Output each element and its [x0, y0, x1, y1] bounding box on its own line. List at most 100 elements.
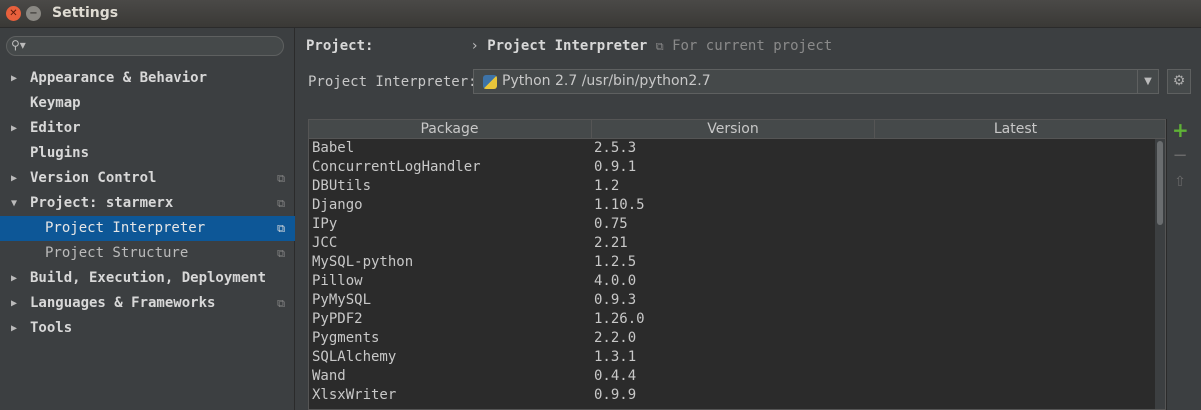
sidebar-item[interactable]: ▶ Editor — [0, 116, 295, 141]
settings-tree: ▶ Appearance & Behavior Keymap ▶ Editor Plugi… — [0, 66, 295, 341]
cell-version: 1.2 — [594, 178, 620, 194]
minimize-icon[interactable]: − — [26, 6, 41, 21]
sidebar-item[interactable]: Plugins — [0, 141, 295, 166]
sidebar-item-label: Version Control — [30, 170, 157, 186]
project-icon: ⧉ — [277, 297, 285, 310]
cell-version: 0.9.1 — [594, 159, 637, 175]
cell-package: PyMySQL — [312, 292, 372, 308]
cell-version: 0.4.4 — [594, 368, 637, 384]
sidebar-item[interactable]: Keymap — [0, 91, 295, 116]
breadcrumb-separator: › — [470, 38, 479, 54]
sidebar-item-label: Keymap — [30, 95, 81, 111]
table-row[interactable]: DBUtils 1.2 — [309, 177, 1155, 196]
search-icon: ⚲▾ — [11, 38, 26, 52]
cell-version: 2.5.3 — [594, 140, 637, 156]
table-row[interactable]: Pillow 4.0.0 — [309, 272, 1155, 291]
table-row[interactable]: Wand 0.4.4 — [309, 367, 1155, 386]
python-icon — [483, 75, 497, 89]
cell-version: 1.2.5 — [594, 254, 637, 270]
gear-icon[interactable]: ⚙ — [1167, 69, 1191, 94]
sidebar-item[interactable]: ▼ Project: starmerx ⧉ — [0, 191, 295, 216]
chevron-right-icon[interactable]: ▶ — [11, 291, 17, 316]
vertical-scrollbar[interactable] — [1155, 139, 1165, 409]
scrollbar-thumb[interactable] — [1157, 141, 1163, 225]
cell-package: SQLAlchemy — [312, 349, 397, 365]
table-row[interactable]: Django 1.10.5 — [309, 196, 1155, 215]
search-input[interactable]: ⚲▾ — [6, 36, 284, 56]
package-table: Package Version Latest Babel 2.5.3 Concurr… — [308, 119, 1166, 410]
table-row[interactable]: ConcurrentLogHandler 0.9.1 — [309, 158, 1155, 177]
cell-version: 0.75 — [594, 216, 628, 232]
table-row[interactable]: XlsxWriter 0.9.9 — [309, 386, 1155, 405]
sidebar-item[interactable]: ▶ Build, Execution, Deployment — [0, 266, 295, 291]
project-icon: ⧉ — [277, 172, 285, 185]
cell-package: Pygments — [312, 330, 380, 346]
upgrade-package-button[interactable]: ⇧ — [1172, 172, 1188, 192]
sidebar-item[interactable]: Project Structure ⧉ — [0, 241, 295, 266]
package-rows: Babel 2.5.3 ConcurrentLogHandler 0.9.1 DBUti… — [309, 139, 1155, 405]
cell-version: 1.10.5 — [594, 197, 645, 213]
cell-package: MySQL-python — [312, 254, 414, 270]
chevron-down-icon[interactable]: ▼ — [1137, 70, 1158, 93]
sidebar-item-label: Languages & Frameworks — [30, 295, 216, 311]
chevron-down-icon[interactable]: ▼ — [11, 191, 17, 216]
chevron-right-icon[interactable]: ▶ — [11, 116, 17, 141]
window-title: Settings — [52, 5, 119, 21]
sidebar-item[interactable]: ▶ Appearance & Behavior — [0, 66, 295, 91]
close-icon[interactable]: ✕ — [6, 6, 21, 21]
title-bar: ✕ − Settings — [0, 0, 1201, 28]
breadcrumb: Project: › Project Interpreter ⧉ For cur… — [306, 38, 832, 58]
cell-package: IPy — [312, 216, 338, 232]
column-header-latest[interactable]: Latest — [874, 120, 1156, 138]
chevron-right-icon[interactable]: ▶ — [11, 316, 17, 341]
table-row[interactable]: PyPDF2 1.26.0 — [309, 310, 1155, 329]
cell-version: 2.21 — [594, 235, 628, 251]
sidebar-item-label: Build, Execution, Deployment — [30, 270, 267, 286]
cell-package: Babel — [312, 140, 355, 156]
table-row[interactable]: MySQL-python 1.2.5 — [309, 253, 1155, 272]
chevron-right-icon[interactable]: ▶ — [11, 66, 17, 91]
table-row[interactable]: Babel 2.5.3 — [309, 139, 1155, 158]
sidebar-item[interactable]: ▶ Version Control ⧉ — [0, 166, 295, 191]
column-header-version[interactable]: Version — [591, 120, 874, 138]
cell-version: 0.9.9 — [594, 387, 637, 403]
project-icon: ⧉ — [277, 222, 285, 235]
main-panel: Project: › Project Interpreter ⧉ For cur… — [296, 28, 1201, 410]
chevron-right-icon[interactable]: ▶ — [11, 166, 17, 191]
interpreter-label: Project Interpreter: — [308, 74, 477, 90]
settings-sidebar: ⚲▾ ▶ Appearance & Behavior Keymap ▶ Editor Pl… — [0, 28, 295, 410]
table-row[interactable]: Pygments 2.2.0 — [309, 329, 1155, 348]
sidebar-item-label: Editor — [30, 120, 81, 136]
table-row[interactable]: JCC 2.21 — [309, 234, 1155, 253]
interpreter-select[interactable]: Python 2.7 /usr/bin/python2.7 ▼ — [473, 69, 1159, 94]
cell-version: 4.0.0 — [594, 273, 637, 289]
table-row[interactable]: PyMySQL 0.9.3 — [309, 291, 1155, 310]
table-row[interactable]: SQLAlchemy 1.3.1 — [309, 348, 1155, 367]
project-icon: ⧉ — [277, 247, 285, 260]
column-header-package[interactable]: Package — [309, 120, 590, 138]
sidebar-item-label: Project: starmerx — [30, 195, 174, 211]
cell-package: DBUtils — [312, 178, 372, 194]
sidebar-item[interactable]: Project Interpreter ⧉ — [0, 216, 295, 241]
cell-package: Wand — [312, 368, 346, 384]
cell-version: 1.26.0 — [594, 311, 645, 327]
sidebar-item-label: Appearance & Behavior — [30, 70, 208, 86]
cell-package: XlsxWriter — [312, 387, 397, 403]
sidebar-item[interactable]: ▶ Languages & Frameworks ⧉ — [0, 291, 295, 316]
scope-note: For current project — [672, 38, 833, 54]
cell-package: JCC — [312, 235, 338, 251]
sidebar-item[interactable]: ▶ Tools — [0, 316, 295, 341]
interpreter-value: Python 2.7 /usr/bin/python2.7 — [502, 73, 711, 89]
chevron-right-icon[interactable]: ▶ — [11, 266, 17, 291]
sidebar-item-label: Plugins — [30, 145, 90, 161]
project-icon: ⧉ — [655, 40, 664, 53]
sidebar-item-label: Project Interpreter — [45, 220, 206, 236]
table-header: Package Version Latest — [309, 120, 1165, 139]
remove-package-button[interactable]: − — [1172, 146, 1188, 166]
add-package-button[interactable]: + — [1172, 120, 1189, 140]
cell-package: PyPDF2 — [312, 311, 363, 327]
table-row[interactable]: IPy 0.75 — [309, 215, 1155, 234]
cell-package: ConcurrentLogHandler — [312, 159, 481, 175]
cell-version: 2.2.0 — [594, 330, 637, 346]
cell-package: Django — [312, 197, 363, 213]
